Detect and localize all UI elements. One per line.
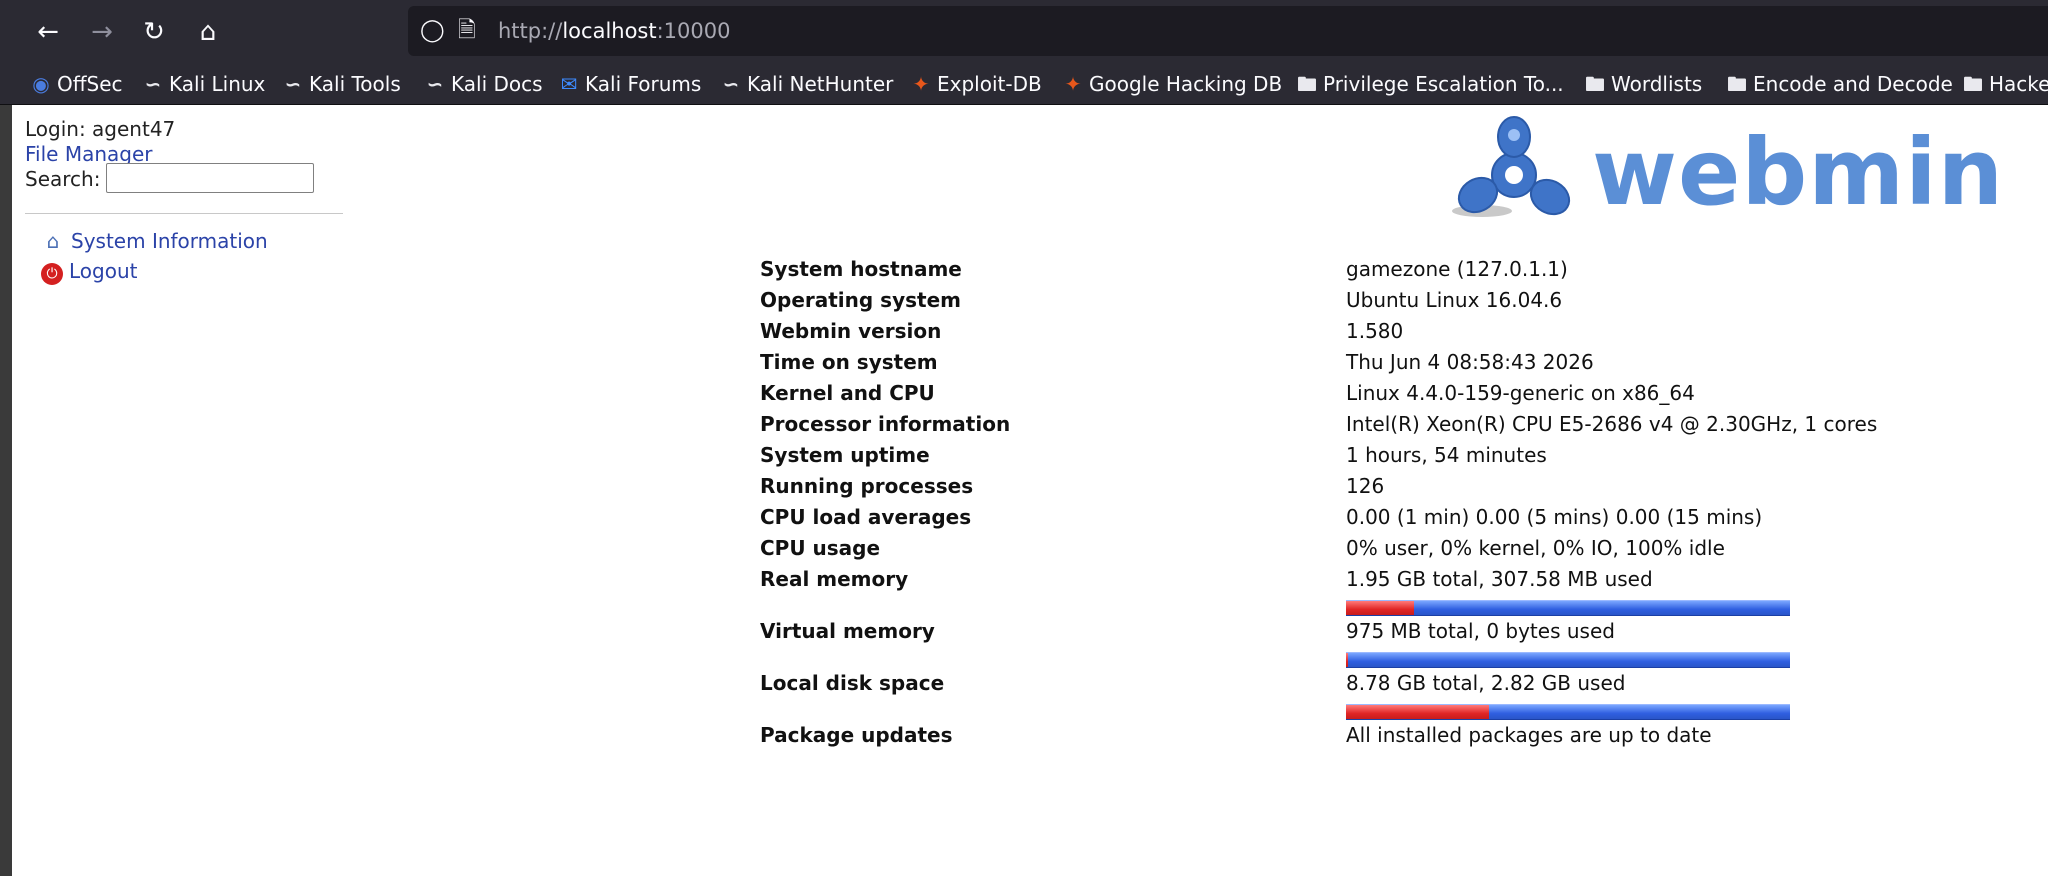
bookmarks-bar: ◉ OffSec ∽ Kali Linux ∽ Kali Tools ∽ Kali Do… [0,64,2048,105]
exploitdb-icon: ✦ [1064,72,1082,96]
webmin-logo-text: webmin [1592,119,2005,226]
sidebar-item-system-information[interactable]: ⌂ System Information [41,229,268,253]
folder-icon: 🖿 [1727,72,1747,96]
bookmark-kali-docs[interactable]: ∽ Kali Docs [424,64,543,104]
offsec-icon: ◉ [32,72,50,96]
sidebar-item-logout[interactable]: ⏻ Logout [41,259,137,285]
bookmark-folder-privesc[interactable]: 🖿 Privilege Escalation To... [1296,64,1564,104]
reload-button[interactable]: ↻ [136,14,172,50]
disk-space-bar [1346,704,1790,720]
webmin-logo: webmin [1432,115,2003,226]
shield-icon[interactable]: ◯ [420,6,445,56]
bookmark-folder-wordlists[interactable]: 🖿 Wordlists [1584,64,1702,104]
folder-icon: 🖿 [1585,72,1605,96]
sidebar-divider [25,213,343,214]
url-text[interactable]: http://localhost:10000 [498,6,731,56]
virtual-memory-bar [1346,652,1790,668]
folder-icon: 🖿 [1963,72,1983,96]
bookmark-kali-tools[interactable]: ∽ Kali Tools [282,64,401,104]
kali-icon: ∽ [144,72,162,96]
power-icon: ⏻ [41,263,63,285]
bookmark-offsec[interactable]: ◉ OffSec [30,64,122,104]
virtual-memory-used [1346,653,1349,667]
bookmark-kali-nethunter[interactable]: ∽ Kali NetHunter [720,64,894,104]
forward-button[interactable]: → [84,14,120,50]
bookmark-exploit-db[interactable]: ✦ Exploit-DB [910,64,1042,104]
kali-icon: ∽ [722,72,740,96]
home-icon: ⌂ [46,229,60,253]
real-memory-used [1346,601,1415,615]
disk-space-used [1346,705,1489,719]
home-button[interactable]: ⌂ [190,14,226,50]
window-edge [0,105,12,876]
back-button[interactable]: ← [30,14,66,50]
webmin-logo-icon [1452,116,1571,217]
real-memory-bar [1346,600,1790,616]
kali-icon: ∽ [284,72,302,96]
forum-icon: ✉ [560,72,578,96]
kali-icon: ∽ [426,72,444,96]
login-text: Login: agent47 [25,117,176,141]
url-bar[interactable]: ◯ 🗎 http://localhost:10000 [408,6,2048,56]
bookmark-folder-encode-decode[interactable]: 🖿 Encode and Decode [1726,64,1953,104]
page-icon: 🗎 [458,18,476,43]
bookmark-folder-hacke[interactable]: 🖿 Hacke [1962,64,2048,104]
bookmark-google-hacking-db[interactable]: ✦ Google Hacking DB [1062,64,1283,104]
webmin-page: Login: agent47 File Manager Search: ⌂ Sys… [12,105,2048,876]
exploitdb-icon: ✦ [912,72,930,96]
search-label: Search: [25,167,101,191]
folder-icon: 🖿 [1297,72,1317,96]
search-input[interactable] [106,163,314,193]
bookmark-kali-forums[interactable]: ✉ Kali Forums [558,64,702,104]
browser-toolbar: ← → ↻ ⌂ ◯ 🗎 http://localhost:10000 [0,0,2048,64]
bookmark-kali-linux[interactable]: ∽ Kali Linux [142,64,266,104]
